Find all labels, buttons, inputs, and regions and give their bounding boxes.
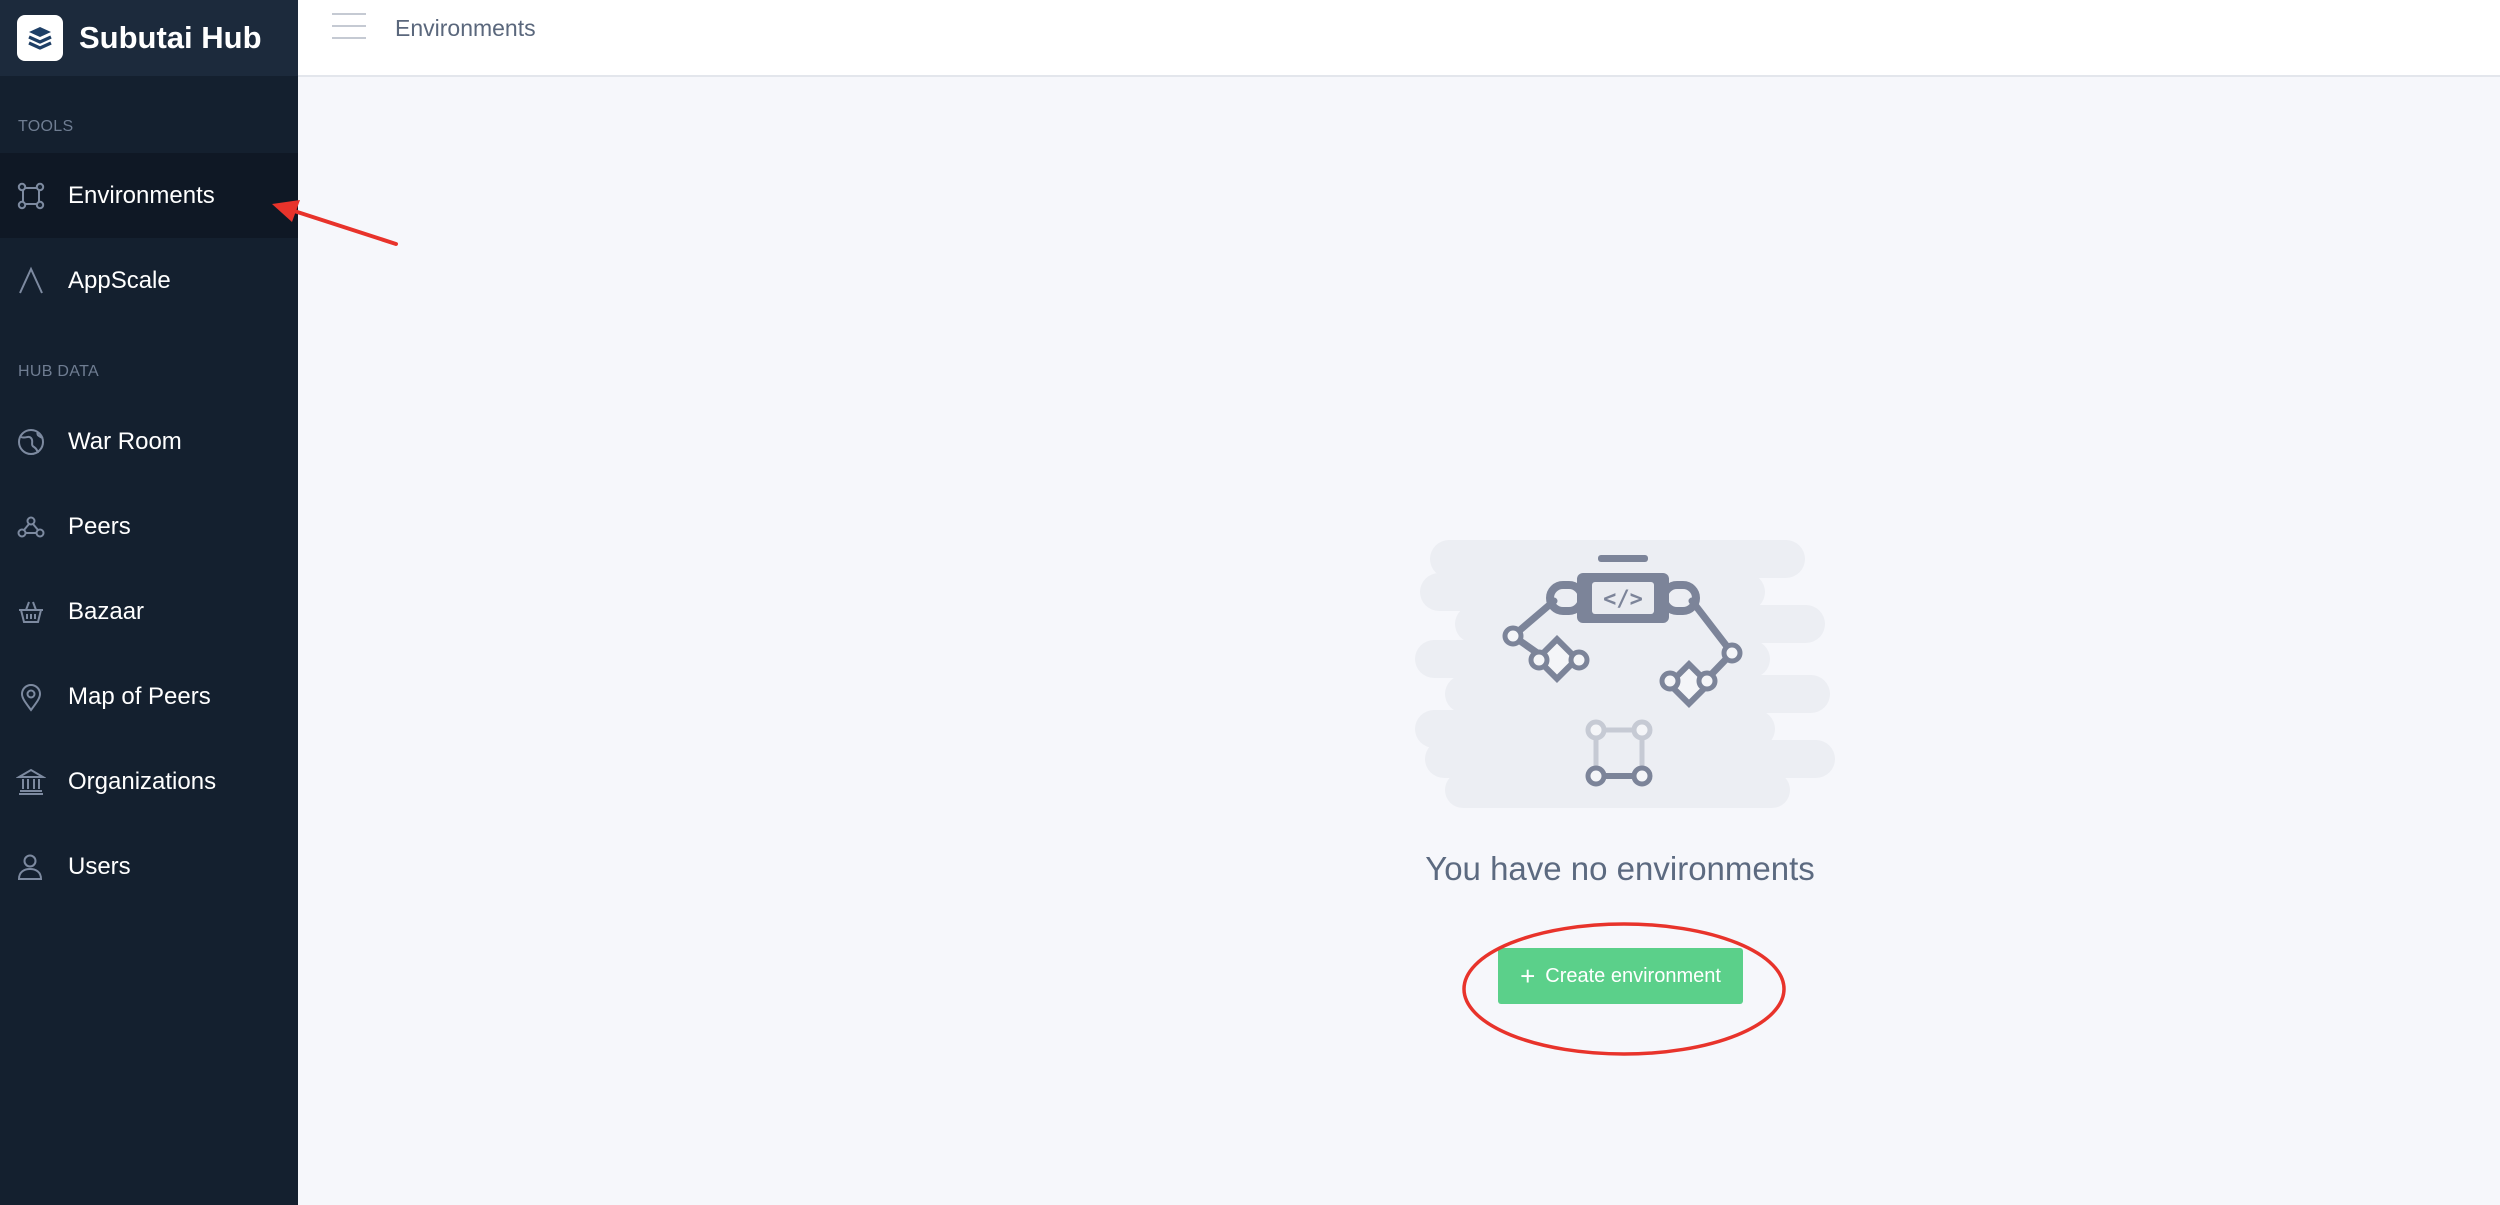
page-title: Environments bbox=[395, 15, 536, 41]
globe-icon bbox=[15, 426, 47, 458]
sidebar-item-peers[interactable]: Peers bbox=[0, 484, 298, 569]
sidebar-item-label: AppScale bbox=[68, 266, 171, 294]
sidebar-item-bazaar[interactable]: Bazaar bbox=[0, 569, 298, 654]
app-name: Subutai Hub bbox=[79, 20, 262, 55]
appscale-icon bbox=[15, 265, 47, 297]
empty-environments-illustration: </> bbox=[1415, 540, 1835, 808]
subutai-logo-icon bbox=[17, 15, 63, 61]
sidebar-item-label: Organizations bbox=[68, 767, 217, 795]
hamburger-menu-icon[interactable] bbox=[332, 13, 366, 43]
user-icon bbox=[15, 851, 47, 883]
basket-icon bbox=[15, 596, 47, 628]
environments-icon bbox=[15, 180, 47, 212]
peers-icon bbox=[15, 511, 47, 543]
main-content bbox=[298, 77, 2500, 1205]
brand[interactable]: Subutai Hub bbox=[0, 0, 298, 76]
sidebar-item-environments[interactable]: Environments bbox=[0, 153, 298, 238]
sidebar-item-map-of-peers[interactable]: Map of Peers bbox=[0, 654, 298, 739]
sidebar-item-label: Peers bbox=[68, 512, 131, 540]
create-environment-button[interactable]: + Create environment bbox=[1498, 948, 1743, 1004]
sidebar-item-label: Users bbox=[68, 852, 131, 880]
sidebar: Subutai Hub TOOLS Environments AppScale … bbox=[0, 0, 298, 1205]
sidebar-item-label: Map of Peers bbox=[68, 682, 211, 710]
map-pin-icon bbox=[15, 681, 47, 713]
institution-icon bbox=[15, 766, 47, 798]
top-bar: Environments bbox=[298, 0, 2500, 77]
sidebar-item-label: Environments bbox=[68, 181, 215, 209]
section-label-hub-data: HUB DATA bbox=[18, 363, 99, 380]
section-label-tools: TOOLS bbox=[18, 118, 74, 135]
sidebar-item-label: Bazaar bbox=[68, 597, 145, 625]
sidebar-item-appscale[interactable]: AppScale bbox=[0, 238, 298, 323]
plus-icon: + bbox=[1520, 961, 1536, 991]
sidebar-item-label: War Room bbox=[68, 427, 182, 455]
sidebar-item-users[interactable]: Users bbox=[0, 824, 298, 909]
sidebar-item-war-room[interactable]: War Room bbox=[0, 399, 298, 484]
svg-text:</>: </> bbox=[1603, 587, 1643, 612]
create-environment-label: Create environment bbox=[1545, 964, 1721, 987]
empty-state-message: You have no environments bbox=[1425, 850, 1815, 887]
sidebar-item-organizations[interactable]: Organizations bbox=[0, 739, 298, 824]
